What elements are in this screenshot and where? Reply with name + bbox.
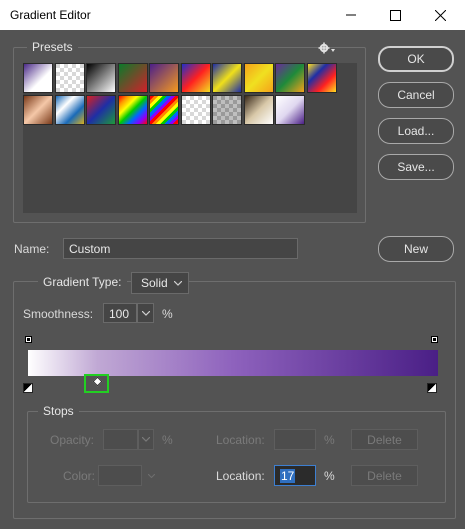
minimize-button[interactable] xyxy=(328,0,373,30)
presets-label: Presets xyxy=(27,40,78,54)
name-input[interactable]: Custom xyxy=(63,238,298,259)
smoothness-input[interactable]: 100 xyxy=(103,303,137,323)
preset-swatch[interactable] xyxy=(243,95,274,125)
preset-swatch[interactable] xyxy=(149,95,179,125)
opacity-input[interactable] xyxy=(103,429,138,450)
load-button[interactable]: Load... xyxy=(378,118,454,144)
preset-swatch[interactable] xyxy=(117,95,148,125)
color-delete-button[interactable]: Delete xyxy=(351,465,418,486)
name-label: Name: xyxy=(14,242,50,256)
preset-swatch[interactable] xyxy=(149,63,179,93)
preset-swatch[interactable] xyxy=(275,95,305,125)
minimize-icon xyxy=(345,14,356,16)
preset-swatch[interactable] xyxy=(212,63,242,93)
preset-swatch[interactable] xyxy=(212,95,242,125)
color-stop-right[interactable] xyxy=(427,383,437,393)
preset-swatch[interactable] xyxy=(180,63,211,93)
smoothness-unit: % xyxy=(162,307,173,321)
opacity-delete-button[interactable]: Delete xyxy=(351,429,418,450)
maximize-icon xyxy=(390,9,401,21)
color-location-input[interactable]: 17 xyxy=(274,465,316,486)
opacity-unit: % xyxy=(162,433,173,447)
gradient-type-label: Gradient Type: xyxy=(38,275,127,289)
stops-group xyxy=(27,411,446,503)
chevron-down-icon xyxy=(141,310,150,316)
preset-swatch[interactable] xyxy=(117,63,148,93)
maximize-button[interactable] xyxy=(373,0,418,30)
preset-swatch[interactable] xyxy=(54,95,85,125)
chevron-down-icon xyxy=(174,281,182,286)
opacity-stop-right[interactable] xyxy=(431,336,438,343)
close-button[interactable] xyxy=(418,0,463,30)
preset-swatch[interactable] xyxy=(54,63,85,93)
window-title: Gradient Editor xyxy=(10,8,91,22)
preset-swatch[interactable] xyxy=(275,63,305,93)
cancel-button[interactable]: Cancel xyxy=(378,82,454,108)
presets-grid xyxy=(23,63,357,213)
save-button[interactable]: Save... xyxy=(378,154,454,180)
preset-swatch[interactable] xyxy=(23,95,53,125)
preset-swatch[interactable] xyxy=(306,63,337,93)
color-label: Color: xyxy=(63,469,96,483)
opacity-location-label: Location: xyxy=(216,433,265,447)
color-swatch[interactable] xyxy=(98,465,142,486)
opacity-location-input[interactable] xyxy=(274,429,316,450)
smoothness-label: Smoothness: xyxy=(23,307,94,321)
chevron-down-icon xyxy=(148,474,155,478)
opacity-label: Opacity: xyxy=(50,433,95,447)
opacity-stop-left[interactable] xyxy=(25,336,32,343)
close-icon xyxy=(435,9,446,21)
gradient-type-select[interactable]: Solid xyxy=(131,272,189,294)
chevron-down-icon xyxy=(142,437,150,442)
ok-button[interactable]: OK xyxy=(378,46,454,72)
preset-swatch[interactable] xyxy=(23,63,53,93)
preset-swatch[interactable] xyxy=(86,95,116,125)
preset-swatch[interactable] xyxy=(86,63,116,93)
color-location-label: Location: xyxy=(216,469,265,483)
color-location-unit: % xyxy=(324,469,335,483)
gear-icon xyxy=(318,42,335,54)
smoothness-dropdown[interactable] xyxy=(137,303,154,323)
preset-swatch[interactable] xyxy=(180,95,211,125)
color-stop-left[interactable] xyxy=(23,383,33,393)
gradient-type-value: Solid xyxy=(141,276,168,290)
color-location-value: 17 xyxy=(280,469,296,483)
opacity-dropdown[interactable] xyxy=(138,429,154,450)
opacity-location-unit: % xyxy=(324,433,335,447)
title-bar: Gradient Editor xyxy=(0,0,465,30)
presets-menu-button[interactable] xyxy=(318,41,338,55)
stops-label: Stops xyxy=(38,404,79,418)
gradient-preview-bar[interactable] xyxy=(28,350,438,376)
new-button[interactable]: New xyxy=(378,236,454,262)
preset-swatch[interactable] xyxy=(243,63,274,93)
